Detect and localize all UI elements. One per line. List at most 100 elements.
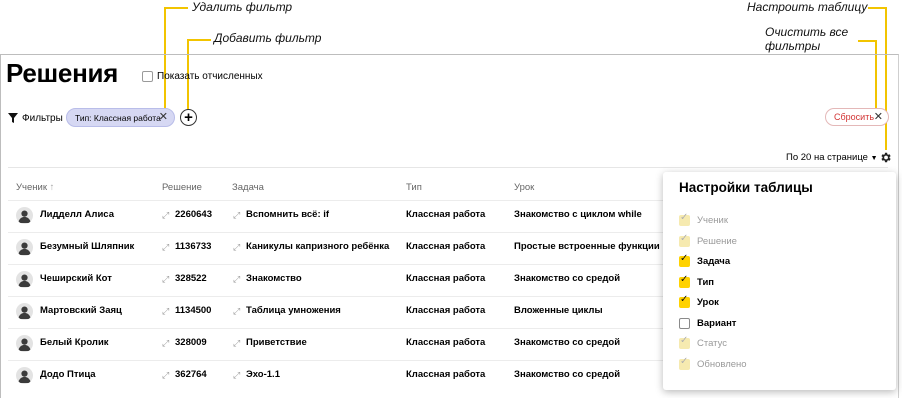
- type-cell: Классная работа: [406, 241, 486, 252]
- add-filter-button[interactable]: +: [180, 109, 197, 126]
- settings-option[interactable]: ✓ Тип: [679, 273, 715, 289]
- option-checkbox[interactable]: ✓: [679, 253, 690, 267]
- column-header-type[interactable]: Тип: [406, 182, 422, 193]
- caret-down-icon: ▼: [870, 155, 878, 162]
- external-link-icon: ⤢: [162, 210, 170, 220]
- filter-chip-label: Тип: Классная работа: [75, 112, 161, 123]
- check-icon: ✓: [680, 273, 689, 285]
- reset-label: Сбросить: [834, 112, 875, 122]
- solution-link[interactable]: 1136733: [175, 241, 211, 252]
- option-checkbox: ✓: [679, 335, 690, 349]
- task-link[interactable]: Вспомнить всё: if: [246, 209, 329, 220]
- annotation-clear-all-2: фильтры: [765, 39, 821, 53]
- lesson-cell: Вложенные циклы: [514, 305, 603, 316]
- check-icon: ✓: [680, 293, 689, 305]
- solution-link[interactable]: 328009: [175, 337, 207, 348]
- external-link-icon: ⤢: [162, 370, 170, 380]
- column-header-student[interactable]: Ученик ↑: [16, 182, 54, 193]
- option-label: Задача: [697, 255, 731, 267]
- filter-icon: [8, 113, 18, 123]
- task-link[interactable]: Эхо-1.1: [246, 369, 280, 380]
- student-name[interactable]: Мартовский Заяц: [40, 305, 122, 316]
- column-header-solution[interactable]: Решение: [162, 182, 202, 193]
- student-name[interactable]: Чеширский Кот: [40, 273, 112, 284]
- external-link-icon: ⤢: [162, 338, 170, 348]
- solution-link[interactable]: 328522: [175, 273, 207, 284]
- task-link[interactable]: Приветствие: [246, 337, 307, 348]
- option-checkbox: ✓: [679, 355, 690, 370]
- sort-up-icon: ↑: [49, 182, 55, 193]
- settings-option[interactable]: ✓ Урок: [679, 293, 719, 309]
- settings-option: ✓ Обновлено: [679, 355, 747, 371]
- student-name[interactable]: Белый Кролик: [40, 337, 109, 348]
- settings-option[interactable]: Вариант: [679, 316, 736, 330]
- option-label: Тип: [697, 276, 715, 288]
- gear-icon[interactable]: [879, 151, 892, 164]
- column-header-task[interactable]: Задача: [232, 182, 264, 193]
- column-header-lesson[interactable]: Урок: [514, 182, 534, 193]
- settings-option[interactable]: ✓ Задача: [679, 253, 731, 268]
- show-expelled-label[interactable]: Показать отчисленных: [157, 71, 263, 82]
- callout-line: [868, 7, 886, 9]
- lesson-cell: Простые встроенные функции: [514, 241, 660, 252]
- table-settings-panel: Настройки таблицы ✓ Ученик ✓ Решение ✓ Задача…: [663, 172, 896, 390]
- row-divider: [8, 200, 668, 201]
- filters-label: Фильтры: [22, 112, 63, 124]
- row-divider: [8, 328, 668, 329]
- per-page-label: По 20 на странице: [786, 152, 868, 163]
- annotation-remove-filter: Удалить фильтр: [192, 0, 293, 14]
- page-title: Решения: [6, 58, 119, 88]
- close-icon: ✕: [873, 111, 883, 123]
- task-link[interactable]: Каникулы капризного ребёнка: [246, 241, 389, 252]
- check-icon: ✓: [680, 232, 689, 244]
- type-cell: Классная работа: [406, 305, 486, 316]
- callout-line: [858, 40, 876, 42]
- row-divider: [8, 232, 668, 233]
- option-label: Вариант: [697, 317, 737, 329]
- option-label: Ученик: [697, 214, 728, 226]
- check-icon: ✓: [680, 211, 689, 223]
- show-expelled-checkbox[interactable]: [142, 71, 153, 82]
- solution-link[interactable]: 2260643: [175, 209, 212, 220]
- task-link[interactable]: Таблица умножения: [246, 305, 341, 316]
- lesson-cell: Знакомство со средой: [514, 369, 621, 380]
- external-link-icon: ⤢: [233, 338, 241, 348]
- annotation-configure-table: Настроить таблицу: [747, 0, 868, 14]
- settings-option: ✓ Ученик: [679, 211, 728, 227]
- student-name[interactable]: Додо Птица: [40, 369, 96, 380]
- row-divider: [8, 296, 668, 297]
- row-divider: [8, 264, 668, 265]
- row-divider: [8, 360, 668, 361]
- task-link[interactable]: Знакомство: [246, 273, 302, 284]
- external-link-icon: ⤢: [233, 306, 241, 316]
- external-link-icon: ⤢: [233, 370, 241, 380]
- filter-chip-type[interactable]: Тип: Классная работа ✕: [66, 108, 175, 127]
- option-checkbox[interactable]: [679, 317, 690, 329]
- annotation-clear-all: Очистить все: [765, 25, 849, 39]
- solution-link[interactable]: 362764: [175, 369, 207, 380]
- check-icon: ✓: [680, 355, 689, 367]
- option-label: Урок: [697, 296, 719, 308]
- type-cell: Классная работа: [406, 369, 486, 380]
- option-checkbox[interactable]: ✓: [679, 293, 690, 308]
- per-page-select[interactable]: По 20 на странице ▼: [786, 152, 878, 163]
- plus-icon: +: [184, 109, 193, 126]
- callout-line: [164, 7, 188, 9]
- external-link-icon: ⤢: [162, 306, 170, 316]
- student-name[interactable]: Лидделл Алиса: [40, 209, 114, 220]
- solution-link[interactable]: 1134500: [175, 305, 211, 316]
- lesson-cell: Знакомство со средой: [514, 337, 621, 348]
- type-cell: Классная работа: [406, 337, 486, 348]
- student-name[interactable]: Безумный Шляпник: [40, 241, 134, 252]
- external-link-icon: ⤢: [233, 274, 241, 284]
- reset-filters-button[interactable]: Сбросить ✕: [825, 108, 889, 126]
- type-cell: Классная работа: [406, 273, 486, 284]
- external-link-icon: ⤢: [162, 274, 170, 284]
- external-link-icon: ⤢: [233, 210, 241, 220]
- external-link-icon: ⤢: [162, 242, 170, 252]
- avatar: [16, 303, 33, 320]
- option-checkbox[interactable]: ✓: [679, 273, 690, 288]
- remove-filter-icon[interactable]: ✕: [159, 112, 168, 123]
- settings-option: ✓ Решение: [679, 232, 737, 248]
- avatar: [16, 367, 33, 384]
